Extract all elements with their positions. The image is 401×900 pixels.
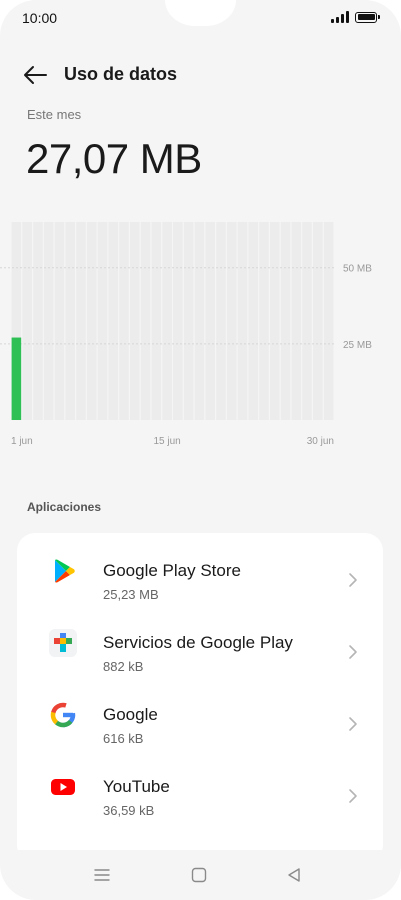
day-column [119, 222, 129, 420]
chevron-right-icon [349, 789, 357, 803]
day-column [173, 222, 183, 420]
navigation-bar [0, 850, 401, 900]
day-column [76, 222, 86, 420]
day-column [140, 222, 151, 420]
app-name: YouTube [103, 777, 170, 796]
app-name: Servicios de Google Play [103, 633, 293, 652]
day-column [313, 222, 323, 420]
home-icon[interactable] [189, 865, 209, 885]
app-size: 25,23 MB [103, 587, 159, 602]
back-arrow-icon[interactable] [22, 62, 48, 88]
status-time: 10:00 [22, 10, 58, 26]
day-column [226, 222, 237, 420]
day-column [259, 222, 269, 420]
phone-screen: 10:00 Uso de datos Este mes 27,07 MB 25 … [0, 0, 401, 900]
google-play-store-icon [55, 559, 75, 583]
day-column [97, 222, 108, 420]
chevron-right-icon [349, 717, 357, 731]
app-list-card: Google Play Store 25,23 MB Servicios de … [17, 533, 383, 863]
day-column [205, 222, 215, 420]
status-bar: 10:00 [0, 0, 401, 38]
app-size: 616 kB [103, 731, 144, 746]
day-column [216, 222, 226, 420]
signal-icon [331, 11, 349, 23]
app-row-google-play-store[interactable]: Google Play Store 25,23 MB [17, 533, 383, 605]
page-title: Uso de datos [64, 64, 178, 84]
google-icon [50, 702, 76, 728]
day-column [54, 222, 65, 420]
app-row-google[interactable]: Google 616 kB [17, 677, 383, 749]
chevron-right-icon [349, 645, 357, 659]
x-tick-label: 30 jun [307, 436, 334, 447]
app-row-google-play-services[interactable]: Servicios de Google Play 882 kB [17, 605, 383, 677]
x-tick-label: 15 jun [153, 436, 180, 447]
daily-usage-chart: 25 MB 50 MB 1 jun 15 jun 30 jun [0, 222, 372, 447]
menu-icon[interactable] [92, 865, 112, 885]
section-title-apps: Aplicaciones [27, 500, 102, 514]
y-tick-label: 25 MB [343, 340, 372, 351]
status-icons [331, 11, 380, 23]
day-column [248, 222, 259, 420]
day-column [33, 222, 43, 420]
day-column [65, 222, 75, 420]
usage-bar [11, 337, 22, 420]
day-column [130, 222, 140, 420]
app-name: Google [103, 705, 158, 724]
app-size: 882 kB [103, 659, 144, 674]
period-label: Este mes [27, 107, 82, 122]
day-column [183, 222, 194, 420]
day-column [291, 222, 302, 420]
day-column [280, 222, 291, 420]
day-column [162, 222, 172, 420]
day-column [151, 222, 162, 420]
battery-icon [355, 11, 380, 23]
day-column [237, 222, 248, 420]
day-column [270, 222, 280, 420]
google-play-services-icon [49, 629, 77, 657]
day-column [108, 222, 119, 420]
day-column [323, 222, 334, 420]
day-column [22, 222, 32, 420]
app-size: 36,59 kB [103, 803, 155, 818]
x-tick-label: 1 jun [11, 436, 33, 447]
chevron-right-icon [349, 573, 357, 587]
y-tick-label: 50 MB [343, 264, 372, 275]
day-column [302, 222, 312, 420]
youtube-icon [51, 779, 75, 795]
back-triangle-icon[interactable] [284, 865, 304, 885]
app-name: Google Play Store [103, 561, 241, 580]
app-row-youtube[interactable]: YouTube 36,59 kB [17, 749, 383, 821]
day-column [43, 222, 54, 420]
camera-notch [165, 0, 236, 26]
total-usage-value: 27,07 MB [26, 135, 202, 182]
day-column [194, 222, 205, 420]
day-column [86, 222, 97, 420]
